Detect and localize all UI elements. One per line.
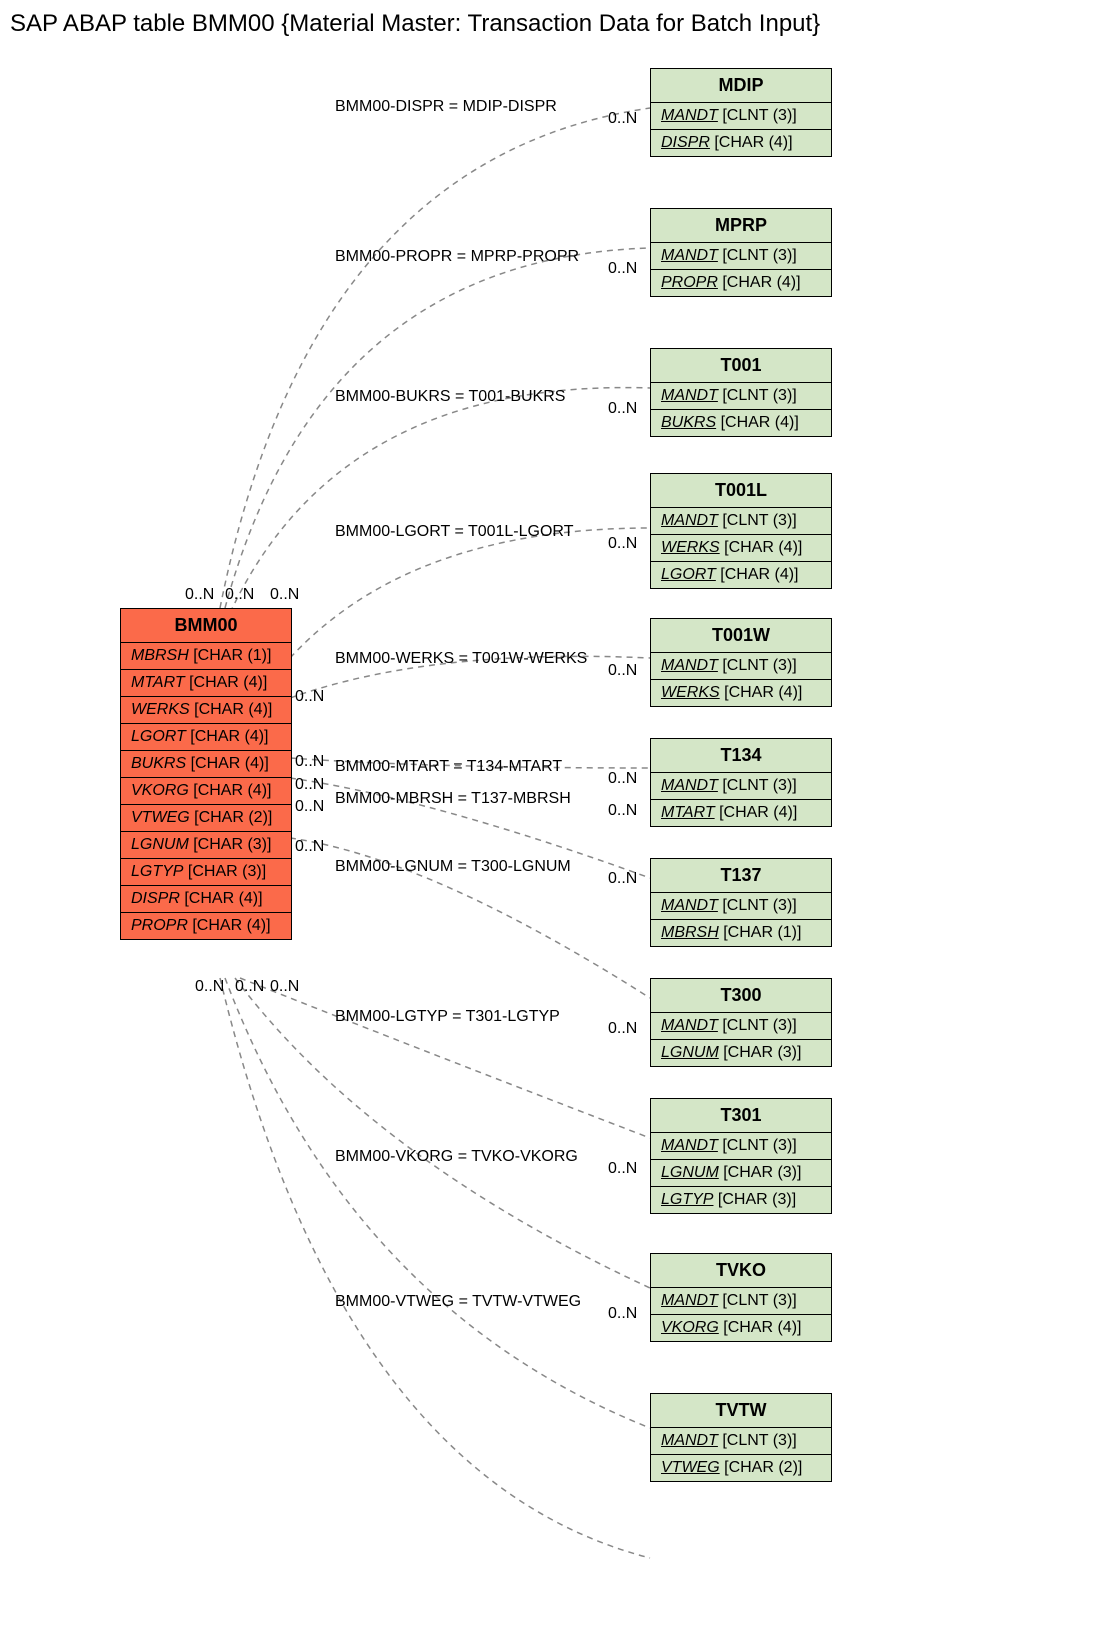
entity-t001: T001MANDT [CLNT (3)]BUKRS [CHAR (4)] — [650, 348, 832, 437]
entity-field: MANDT [CLNT (3)] — [651, 1013, 831, 1040]
cardinality-right: 0..N — [608, 535, 637, 553]
entity-field: VKORG [CHAR (4)] — [121, 778, 291, 805]
cardinality-right: 0..N — [608, 1020, 637, 1038]
cardinality-right: 0..N — [608, 1305, 637, 1323]
entity-header: MPRP — [651, 209, 831, 243]
entity-field: MANDT [CLNT (3)] — [651, 893, 831, 920]
entity-header: T134 — [651, 739, 831, 773]
entity-header: T001L — [651, 474, 831, 508]
entity-mprp: MPRPMANDT [CLNT (3)]PROPR [CHAR (4)] — [650, 208, 832, 297]
entity-header: BMM00 — [121, 609, 291, 643]
entity-field: MANDT [CLNT (3)] — [651, 103, 831, 130]
entity-field: VKORG [CHAR (4)] — [651, 1315, 831, 1341]
cardinality-right: 0..N — [608, 662, 637, 680]
entity-field: MBRSH [CHAR (1)] — [651, 920, 831, 946]
cardinality-right: 0..N — [608, 110, 637, 128]
entity-field: MANDT [CLNT (3)] — [651, 508, 831, 535]
entity-t001w: T001WMANDT [CLNT (3)]WERKS [CHAR (4)] — [650, 618, 832, 707]
entity-header: T001W — [651, 619, 831, 653]
entity-field: PROPR [CHAR (4)] — [121, 913, 291, 939]
cardinality-left: 0..N — [225, 586, 254, 604]
entity-field: WERKS [CHAR (4)] — [121, 697, 291, 724]
page-title: SAP ABAP table BMM00 {Material Master: T… — [10, 10, 1085, 38]
entity-field: LGNUM [CHAR (3)] — [651, 1160, 831, 1187]
relation-label: BMM00-BUKRS = T001-BUKRS — [335, 388, 565, 406]
cardinality-right: 0..N — [608, 870, 637, 888]
entity-field: LGTYP [CHAR (3)] — [651, 1187, 831, 1213]
relation-label: BMM00-MBRSH = T137-MBRSH — [335, 790, 571, 808]
entity-field: MANDT [CLNT (3)] — [651, 1288, 831, 1315]
cardinality-left: 0..N — [185, 586, 214, 604]
entity-field: VTWEG [CHAR (2)] — [651, 1455, 831, 1481]
entity-field: DISPR [CHAR (4)] — [651, 130, 831, 156]
entity-field: MANDT [CLNT (3)] — [651, 1133, 831, 1160]
entity-field: MANDT [CLNT (3)] — [651, 773, 831, 800]
cardinality-left: 0..N — [295, 688, 324, 706]
entity-field: MTART [CHAR (4)] — [651, 800, 831, 826]
entity-header: MDIP — [651, 69, 831, 103]
entity-t134: T134MANDT [CLNT (3)]MTART [CHAR (4)] — [650, 738, 832, 827]
entity-field: LGORT [CHAR (4)] — [651, 562, 831, 588]
entity-bmm00: BMM00 MBRSH [CHAR (1)]MTART [CHAR (4)]WE… — [120, 608, 292, 940]
entity-field: BUKRS [CHAR (4)] — [121, 751, 291, 778]
entity-field: LGORT [CHAR (4)] — [121, 724, 291, 751]
entity-field: MTART [CHAR (4)] — [121, 670, 291, 697]
relation-label: BMM00-LGNUM = T300-LGNUM — [335, 858, 571, 876]
entity-tvko: TVKOMANDT [CLNT (3)]VKORG [CHAR (4)] — [650, 1253, 832, 1342]
entity-field: MANDT [CLNT (3)] — [651, 383, 831, 410]
entity-t300: T300MANDT [CLNT (3)]LGNUM [CHAR (3)] — [650, 978, 832, 1067]
cardinality-left: 0..N — [295, 798, 324, 816]
relation-label: BMM00-LGTYP = T301-LGTYP — [335, 1008, 560, 1026]
relation-label: BMM00-MTART = T134-MTART — [335, 758, 562, 776]
cardinality-right: 0..N — [608, 260, 637, 278]
cardinality-right: 0..N — [608, 400, 637, 418]
entity-field: PROPR [CHAR (4)] — [651, 270, 831, 296]
cardinality-left: 0..N — [295, 838, 324, 856]
relation-label: BMM00-VTWEG = TVTW-VTWEG — [335, 1293, 581, 1311]
entity-header: T001 — [651, 349, 831, 383]
cardinality-left: 0..N — [235, 978, 264, 996]
cardinality-left: 0..N — [295, 753, 324, 771]
entity-mdip: MDIPMANDT [CLNT (3)]DISPR [CHAR (4)] — [650, 68, 832, 157]
relation-label: BMM00-PROPR = MPRP-PROPR — [335, 248, 579, 266]
entity-field: LGTYP [CHAR (3)] — [121, 859, 291, 886]
entity-field: VTWEG [CHAR (2)] — [121, 805, 291, 832]
entity-field: WERKS [CHAR (4)] — [651, 535, 831, 562]
entity-field: MANDT [CLNT (3)] — [651, 243, 831, 270]
entity-tvtw: TVTWMANDT [CLNT (3)]VTWEG [CHAR (2)] — [650, 1393, 832, 1482]
entity-t301: T301MANDT [CLNT (3)]LGNUM [CHAR (3)]LGTY… — [650, 1098, 832, 1214]
entity-field: DISPR [CHAR (4)] — [121, 886, 291, 913]
cardinality-right: 0..N — [608, 802, 637, 820]
entity-field: MANDT [CLNT (3)] — [651, 653, 831, 680]
entity-field: MBRSH [CHAR (1)] — [121, 643, 291, 670]
entity-field: MANDT [CLNT (3)] — [651, 1428, 831, 1455]
entity-t137: T137MANDT [CLNT (3)]MBRSH [CHAR (1)] — [650, 858, 832, 947]
entity-header: T301 — [651, 1099, 831, 1133]
cardinality-left: 0..N — [295, 776, 324, 794]
entity-header: T137 — [651, 859, 831, 893]
cardinality-right: 0..N — [608, 770, 637, 788]
entity-t001l: T001LMANDT [CLNT (3)]WERKS [CHAR (4)]LGO… — [650, 473, 832, 589]
relation-label: BMM00-WERKS = T001W-WERKS — [335, 650, 587, 668]
entity-field: LGNUM [CHAR (3)] — [651, 1040, 831, 1066]
relation-label: BMM00-VKORG = TVKO-VKORG — [335, 1148, 578, 1166]
entity-header: TVKO — [651, 1254, 831, 1288]
entity-field: WERKS [CHAR (4)] — [651, 680, 831, 706]
cardinality-left: 0..N — [195, 978, 224, 996]
relation-label: BMM00-LGORT = T001L-LGORT — [335, 523, 573, 541]
relation-label: BMM00-DISPR = MDIP-DISPR — [335, 98, 557, 116]
cardinality-left: 0..N — [270, 586, 299, 604]
entity-field: LGNUM [CHAR (3)] — [121, 832, 291, 859]
entity-header: TVTW — [651, 1394, 831, 1428]
cardinality-right: 0..N — [608, 1160, 637, 1178]
entity-header: T300 — [651, 979, 831, 1013]
entity-field: BUKRS [CHAR (4)] — [651, 410, 831, 436]
er-diagram: BMM00 MBRSH [CHAR (1)]MTART [CHAR (4)]WE… — [10, 58, 1085, 1618]
cardinality-left: 0..N — [270, 978, 299, 996]
